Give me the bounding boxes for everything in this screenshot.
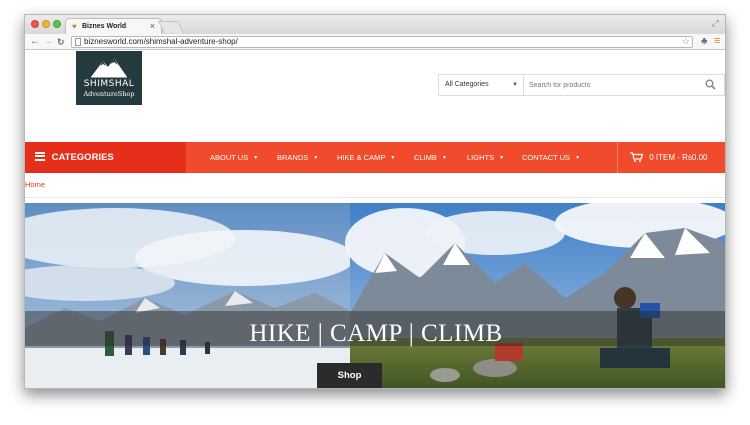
chevron-down-icon: ▼ bbox=[575, 155, 581, 161]
chevron-down-icon: ▼ bbox=[253, 155, 259, 161]
divider bbox=[25, 197, 725, 198]
reload-icon[interactable]: ↻ bbox=[57, 35, 65, 49]
url-input[interactable]: biznesworld.com/shimshal-adventure-shop/… bbox=[71, 36, 693, 48]
tab-close-icon[interactable]: × bbox=[150, 21, 155, 31]
back-icon[interactable]: ← bbox=[30, 35, 40, 49]
favicon-icon: ♥ bbox=[72, 22, 77, 31]
hero-banner: HIKE | CAMP | CLIMB Shop bbox=[25, 203, 725, 388]
browser-window: ♥ Biznes World × ⤢ ← → ↻ biznesworld.com… bbox=[24, 14, 726, 389]
hero-title: HIKE | CAMP | CLIMB bbox=[249, 320, 503, 347]
category-select-value: All Categories bbox=[445, 81, 489, 88]
chevron-down-icon: ▼ bbox=[512, 82, 518, 88]
browser-menu-icon[interactable]: ≡ bbox=[714, 35, 720, 47]
categories-label: CATEGORIES bbox=[51, 152, 114, 163]
cart-summary: 0 ITEM - Rs0.00 bbox=[649, 153, 708, 162]
chevron-down-icon: ▼ bbox=[390, 155, 396, 161]
nav-item-lights[interactable]: LIGHTS ▼ bbox=[467, 142, 504, 173]
page-icon bbox=[75, 38, 81, 46]
shop-button[interactable]: Shop bbox=[317, 363, 382, 388]
breadcrumb[interactable]: Home bbox=[25, 180, 45, 189]
logo-subtitle: AdventureShop bbox=[83, 90, 135, 98]
nav-item-brands[interactable]: BRANDS ▼ bbox=[277, 142, 318, 173]
search-input[interactable] bbox=[529, 77, 699, 93]
chevron-down-icon: ▼ bbox=[499, 155, 505, 161]
site-logo[interactable]: SHIMSHAL AdventureShop bbox=[76, 51, 142, 105]
tab-title: Biznes World bbox=[82, 23, 127, 30]
mountain-logo-icon bbox=[91, 58, 127, 78]
nav-item-about-us[interactable]: ABOUT US ▼ bbox=[210, 142, 258, 173]
nav-item-label: CONTACT US bbox=[522, 153, 571, 162]
chevron-down-icon: ▼ bbox=[313, 155, 319, 161]
minimize-window-button[interactable] bbox=[42, 20, 50, 28]
categories-menu-button[interactable]: CATEGORIES bbox=[25, 142, 186, 173]
browser-tab[interactable]: ♥ Biznes World × bbox=[65, 18, 162, 34]
cart-icon bbox=[630, 152, 644, 162]
search-icon[interactable] bbox=[705, 79, 716, 90]
category-select[interactable]: All Categories ▼ bbox=[439, 75, 524, 95]
fullscreen-icon[interactable]: ⤢ bbox=[712, 18, 719, 29]
close-window-button[interactable] bbox=[31, 20, 39, 28]
title-bar: ♥ Biznes World × ⤢ bbox=[25, 15, 725, 34]
nav-item-label: CLIMB bbox=[414, 153, 437, 162]
nav-item-label: BRANDS bbox=[277, 153, 309, 162]
hero-image bbox=[25, 203, 725, 388]
breadcrumb-home-link[interactable]: Home bbox=[25, 180, 45, 189]
nav-item-label: LIGHTS bbox=[467, 153, 495, 162]
list-icon bbox=[35, 150, 45, 162]
address-bar: ← → ↻ biznesworld.com/shimshal-adventure… bbox=[25, 34, 725, 50]
website: SHIMSHAL AdventureShop All Categories ▼ … bbox=[25, 50, 725, 388]
nav-item-contact-us[interactable]: CONTACT US ▼ bbox=[522, 142, 580, 173]
new-tab-button[interactable] bbox=[158, 21, 184, 33]
bookmark-star-icon[interactable]: ☆ bbox=[682, 36, 690, 46]
logo-name: SHIMSHAL bbox=[83, 79, 135, 89]
nav-item-hike-camp[interactable]: HIKE & CAMP ▼ bbox=[337, 142, 395, 173]
nav-item-climb[interactable]: CLIMB ▼ bbox=[414, 142, 447, 173]
maximize-window-button[interactable] bbox=[53, 20, 61, 28]
chevron-down-icon: ▼ bbox=[441, 155, 447, 161]
search-bar: All Categories ▼ bbox=[438, 74, 725, 96]
url-text: biznesworld.com/shimshal-adventure-shop/ bbox=[84, 37, 238, 46]
nav-item-label: ABOUT US bbox=[210, 153, 249, 162]
forward-icon[interactable]: → bbox=[43, 35, 53, 49]
main-nav: CATEGORIES ABOUT US ▼ BRANDS ▼ HIKE & CAMP… bbox=[25, 142, 725, 173]
cart-button[interactable]: 0 ITEM - Rs0.00 bbox=[617, 142, 725, 173]
nav-item-label: HIKE & CAMP bbox=[337, 153, 386, 162]
extension-icon[interactable]: ♣ bbox=[701, 36, 708, 48]
